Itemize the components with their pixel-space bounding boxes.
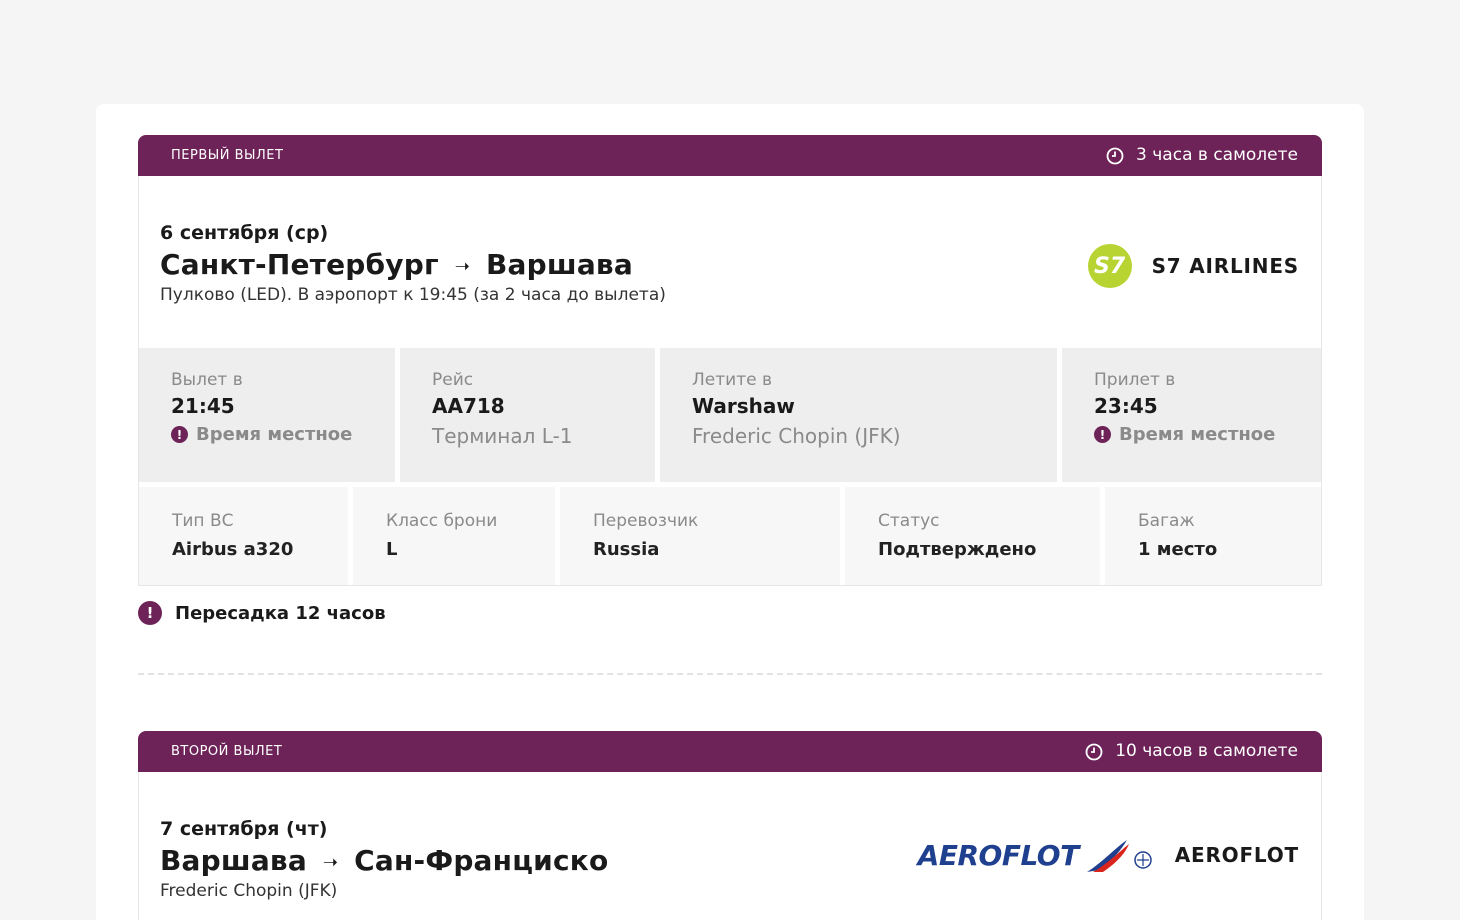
destination-cell: Летите в Warshaw Frederic Chopin (JFK) — [660, 348, 1057, 482]
status-cell: Статус Подтверждено — [845, 487, 1100, 585]
transfer-notice: ! Пересадка 12 часов — [138, 601, 386, 625]
baggage-value: 1 место — [1138, 539, 1218, 560]
airline-info: S7 S7 AIRLINES — [1087, 244, 1299, 288]
aircraft-value: Airbus a320 — [172, 539, 294, 560]
exclamation-icon: ! — [1094, 426, 1111, 443]
duration-text: 10 часов в самолете — [1115, 741, 1298, 761]
route-title: Варшава ➝ Сан-Франциско — [160, 844, 608, 877]
flight-times-row: Вылет в 21:45 ! Время местное Рейс AA718… — [139, 348, 1321, 482]
flight-date: 6 сентября (ср) — [160, 222, 329, 244]
flight-segment-2: ВТОРОЙ ВЫЛЕТ 10 часов в самолете 7 сентя… — [138, 731, 1322, 920]
destination-airport: Frederic Chopin (JFK) — [692, 424, 901, 448]
baggage-cell: Багаж 1 место — [1105, 487, 1321, 585]
flight-label: ПЕРВЫЙ ВЫЛЕТ — [171, 148, 284, 163]
s7-logo-text: S7 — [1094, 253, 1126, 279]
class-label: Класс брони — [386, 511, 498, 531]
baggage-label: Багаж — [1138, 511, 1195, 531]
departure-time: 21:45 — [171, 394, 235, 418]
exclamation-icon: ! — [171, 426, 188, 443]
flight-header: ПЕРВЫЙ ВЫЛЕТ 3 часа в самолете — [138, 135, 1322, 176]
local-time-note: ! Время местное — [1094, 424, 1289, 445]
departure-cell: Вылет в 21:45 ! Время местное — [139, 348, 395, 482]
flight-number-cell: Рейс AA718 Терминал L-1 — [400, 348, 655, 482]
clock-icon — [1085, 743, 1103, 760]
departure-label: Вылет в — [171, 370, 243, 390]
carrier-value: Russia — [593, 539, 660, 560]
airline-name: AEROFLOT — [1174, 843, 1299, 867]
carrier-label: Перевозчик — [593, 511, 699, 531]
origin-city: Санкт-Петербург — [160, 248, 439, 281]
divider — [138, 673, 1322, 675]
origin-city: Варшава — [160, 844, 307, 877]
route-info: 6 сентября (ср) Санкт-Петербург ➝ Варшав… — [139, 176, 1321, 348]
destination-label: Летите в — [692, 370, 772, 390]
flight-label: ВТОРОЙ ВЫЛЕТ — [171, 744, 283, 759]
arrival-time: 23:45 — [1094, 394, 1158, 418]
arrow-icon: ➝ — [454, 255, 471, 277]
flight-duration: 3 часа в самолете — [1106, 135, 1298, 176]
status-label: Статус — [878, 511, 940, 531]
destination-city-value: Warshaw — [692, 394, 795, 418]
class-cell: Класс брони L — [353, 487, 555, 585]
aeroflot-logo-text: AEROFLOT — [917, 838, 1080, 872]
transfer-text: Пересадка 12 часов — [175, 602, 386, 624]
aeroflot-logo-icon: AEROFLOT — [918, 834, 1155, 876]
flight-date: 7 сентября (чт) — [160, 818, 328, 840]
flight-number-label: Рейс — [432, 370, 474, 390]
itinerary-card: ПЕРВЫЙ ВЫЛЕТ 3 часа в самолете 6 сентябр… — [96, 104, 1364, 920]
arrival-label: Прилет в — [1094, 370, 1176, 390]
flight-number: AA718 — [432, 394, 505, 418]
flight-duration: 10 часов в самолете — [1085, 731, 1298, 772]
terminal: Терминал L-1 — [432, 424, 573, 448]
status-value: Подтверждено — [878, 539, 1037, 560]
flight-segment-1: ПЕРВЫЙ ВЫЛЕТ 3 часа в самолете 6 сентябр… — [138, 135, 1322, 586]
airline-name: S7 AIRLINES — [1151, 254, 1299, 278]
aircraft-label: Тип ВС — [172, 511, 234, 531]
class-value: L — [386, 539, 398, 560]
destination-city: Сан-Франциско — [354, 844, 609, 877]
clock-icon — [1106, 147, 1124, 164]
route-title: Санкт-Петербург ➝ Варшава — [160, 248, 633, 281]
duration-text: 3 часа в самолете — [1136, 145, 1298, 165]
local-time-text: Время местное — [196, 424, 353, 445]
aircraft-cell: Тип ВС Airbus a320 — [139, 487, 348, 585]
local-time-text: Время местное — [1119, 424, 1276, 445]
flight-details-row: Тип ВС Airbus a320 Класс брони L Перевоз… — [139, 487, 1321, 585]
arrow-icon: ➝ — [322, 851, 339, 873]
aeroflot-wing-icon — [1086, 840, 1152, 872]
destination-city: Варшава — [486, 248, 633, 281]
local-time-note: ! Время местное — [171, 424, 363, 445]
flight-header: ВТОРОЙ ВЫЛЕТ 10 часов в самолете — [138, 731, 1322, 772]
route-subtitle: Frederic Chopin (JFK) — [160, 881, 338, 901]
s7-logo-icon: S7 — [1087, 244, 1132, 288]
airline-info: AEROFLOT AEROFLOT — [918, 834, 1299, 876]
route-info: 7 сентября (чт) Варшава ➝ Сан-Франциско … — [139, 772, 1321, 920]
route-subtitle: Пулково (LED). В аэропорт к 19:45 (за 2 … — [160, 285, 666, 305]
arrival-cell: Прилет в 23:45 ! Время местное — [1062, 348, 1321, 482]
carrier-cell: Перевозчик Russia — [560, 487, 840, 585]
exclamation-icon: ! — [138, 601, 162, 625]
